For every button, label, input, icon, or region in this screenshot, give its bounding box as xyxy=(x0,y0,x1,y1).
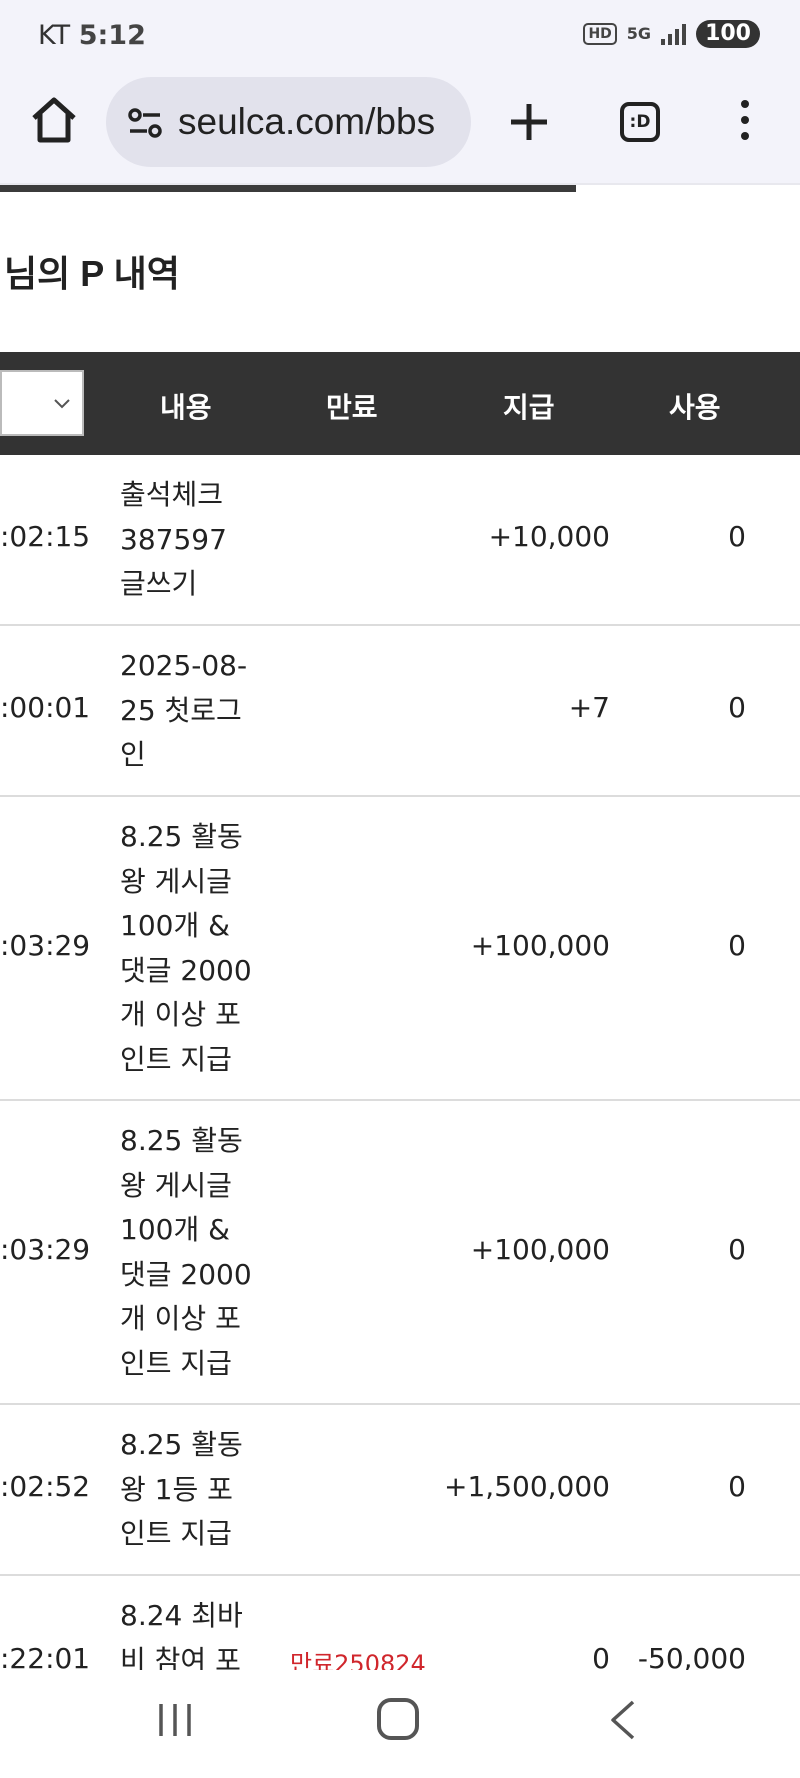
hd-icon: HD xyxy=(583,23,617,45)
carrier-name: KT xyxy=(38,20,71,51)
browser-toolbar: seulca.com/bbs :D xyxy=(0,72,800,184)
table-row: :02:52 8.25 활동 왕 1등 포 인트 지급 +1,500,000 0 xyxy=(0,1405,800,1576)
table-row: :02:15 출석체크 387597 글쓰기 +10,000 0 xyxy=(0,455,800,626)
status-icons: HD 5G 100 xyxy=(583,20,760,48)
row-content: 2025-08- 25 첫로그 인 xyxy=(120,649,248,771)
row-use: 0 xyxy=(728,1470,746,1503)
table-row: :03:29 8.25 활동 왕 게시글 100개 & 댓글 2000 개 이상… xyxy=(0,1101,800,1405)
row-time: :03:29 xyxy=(0,1233,91,1266)
row-time: :03:29 xyxy=(0,929,91,962)
tune-icon[interactable] xyxy=(126,104,164,142)
header-expire: 만료 xyxy=(326,391,378,424)
network-5g-icon: 5G xyxy=(626,24,652,43)
table-row: :03:29 8.25 활동 왕 게시글 100개 & 댓글 2000 개 이상… xyxy=(0,797,800,1101)
row-content: 출석체크 387597 글쓰기 xyxy=(120,478,227,600)
header-give: 지급 xyxy=(503,391,555,424)
row-use: 0 xyxy=(728,1233,746,1266)
tab-switcher-icon[interactable]: :D xyxy=(620,102,660,142)
row-expire: 만료250824 xyxy=(290,1650,426,1670)
row-give: +100,000 xyxy=(470,929,610,962)
system-nav-bar xyxy=(0,1670,800,1778)
row-use: 0 xyxy=(728,929,746,962)
row-content: 8.25 활동 왕 1등 포 인트 지급 xyxy=(120,1428,243,1550)
row-time: :02:52 xyxy=(0,1470,91,1503)
row-content: 8.25 활동 왕 게시글 100개 & 댓글 2000 개 이상 포 인트 지… xyxy=(120,820,252,1076)
recent-apps-icon[interactable] xyxy=(155,1700,195,1740)
header-use: 사용 xyxy=(669,391,721,424)
row-give: +7 xyxy=(568,691,610,724)
date-select[interactable] xyxy=(0,370,84,436)
row-time: :02:15 xyxy=(0,520,91,553)
status-bar: KT 5:12 HD 5G 100 xyxy=(0,0,800,72)
row-give: +100,000 xyxy=(470,1233,610,1266)
row-use: 0 xyxy=(728,520,746,553)
row-content: 8.25 활동 왕 게시글 100개 & 댓글 2000 개 이상 포 인트 지… xyxy=(120,1124,252,1380)
signal-icon xyxy=(661,23,687,45)
row-give: +1,500,000 xyxy=(444,1470,610,1503)
table-header: 내용 만료 지급 사용 xyxy=(0,352,800,455)
row-use: 0 xyxy=(728,691,746,724)
nav-home-icon[interactable] xyxy=(377,1698,419,1740)
more-vert-icon[interactable] xyxy=(735,100,755,148)
row-give: +10,000 xyxy=(488,520,610,553)
chevron-down-icon xyxy=(54,399,70,409)
row-time: :22:01 xyxy=(0,1642,91,1670)
table-row: :22:01 8.24 최바 비 참여 포 만료250824 0 -50,000 xyxy=(0,1576,800,1670)
page-load-progress xyxy=(0,185,576,192)
page-title: 님의 P 내역 xyxy=(4,253,180,294)
row-time: :00:01 xyxy=(0,691,91,724)
table-row: :00:01 2025-08- 25 첫로그 인 +7 0 xyxy=(0,626,800,797)
clock: 5:12 xyxy=(78,20,146,51)
row-content: 8.24 최바 비 참여 포 xyxy=(120,1599,243,1670)
url-text[interactable]: seulca.com/bbs xyxy=(178,101,458,143)
battery-icon: 100 xyxy=(696,20,760,48)
plus-icon[interactable] xyxy=(505,98,553,146)
carrier-time: KT 5:12 xyxy=(38,20,146,51)
url-bar[interactable]: seulca.com/bbs xyxy=(106,77,471,167)
row-use: -50,000 xyxy=(637,1642,746,1670)
row-give: 0 xyxy=(592,1642,610,1670)
home-icon[interactable] xyxy=(28,94,80,146)
back-icon[interactable] xyxy=(605,1698,641,1742)
header-content: 내용 xyxy=(160,391,212,424)
